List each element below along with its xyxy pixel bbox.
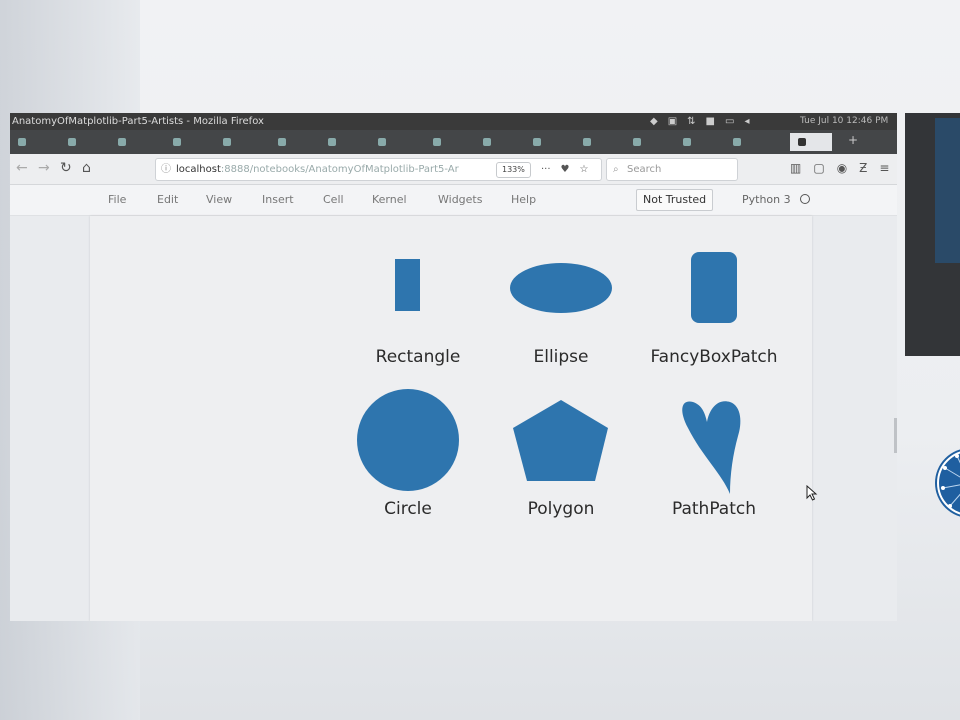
tab-favicon-icon [483, 137, 491, 146]
tab-favicon-icon [533, 137, 541, 146]
kernel-status-icon [800, 194, 810, 204]
tab-favicon-icon [733, 137, 741, 146]
menu-icon[interactable]: ≡ [879, 161, 889, 175]
menu-file[interactable]: File [108, 193, 126, 206]
menu-widgets[interactable]: Widgets [438, 193, 482, 206]
page-actions-icon[interactable]: ··· [541, 159, 551, 180]
url-actions: ··· ♥ ☆ [541, 159, 588, 180]
polygon-patch [513, 400, 608, 481]
background-window-content [935, 118, 960, 263]
shape-label-fancyboxpatch: FancyBoxPatch [650, 347, 778, 367]
mouse-cursor-icon [806, 485, 818, 501]
shape-label-rectangle: Rectangle [375, 347, 461, 367]
browser-tab[interactable] [60, 133, 100, 151]
menu-help[interactable]: Help [511, 193, 536, 206]
search-input[interactable]: ⌕ Search [606, 158, 738, 181]
tab-favicon-icon [223, 137, 231, 146]
rectangle-patch [395, 259, 420, 311]
tab-favicon-icon [683, 137, 691, 146]
browser-tab[interactable] [475, 133, 515, 151]
trust-badge[interactable]: Not Trusted [636, 189, 714, 211]
page-scrollbar[interactable] [894, 418, 897, 453]
address-bar[interactable]: ⓘ localhost:8888/notebooks/AnatomyOfMatp… [155, 158, 602, 181]
zotero-icon[interactable]: Ƶ [859, 161, 867, 175]
jupyter-menubar: File Edit View Insert Cell Kernel Widget… [10, 185, 897, 216]
new-tab-icon[interactable]: + [848, 133, 858, 147]
keyboard-icon[interactable]: ▣ [668, 113, 677, 130]
browser-tab[interactable] [320, 133, 360, 151]
browser-tab[interactable] [625, 133, 665, 151]
fancybox-patch [691, 252, 737, 323]
system-tray: ◆ ▣ ⇅ ■ ▭ ◂ [650, 113, 749, 130]
menu-edit[interactable]: Edit [157, 193, 178, 206]
tab-favicon-icon [68, 137, 76, 146]
library-icon[interactable]: ▥ [790, 161, 801, 175]
browser-tab[interactable] [725, 133, 765, 151]
patches-figure [357, 252, 741, 494]
menu-cell[interactable]: Cell [323, 193, 344, 206]
tab-favicon-icon [378, 137, 386, 146]
tab-favicon-icon [583, 137, 591, 146]
kernel-name: Python 3 [742, 193, 791, 206]
notebook-cell-output: Rectangle Ellipse FancyBoxPatch Circle P… [90, 216, 812, 621]
window-titlebar[interactable]: AnatomyOfMatplotlib-Part5-Artists - Mozi… [10, 113, 897, 130]
shape-label-pathpatch: PathPatch [671, 499, 757, 519]
window-title: AnatomyOfMatplotlib-Part5-Artists - Mozi… [12, 116, 264, 127]
pocket-icon[interactable]: ♥ [561, 159, 570, 180]
tab-favicon-icon [18, 137, 26, 146]
forward-icon[interactable]: → [38, 160, 50, 176]
bookmark-star-icon[interactable]: ☆ [580, 159, 589, 180]
browser-tab[interactable] [110, 133, 150, 151]
url-text: localhost:8888/notebooks/AnatomyOfMatplo… [176, 159, 459, 180]
url-path: :8888/notebooks/AnatomyOfMatplotlib-Part… [220, 164, 459, 175]
navigation-bar: ← → ↻ ⌂ ⓘ localhost:8888/notebooks/Anato… [10, 154, 897, 185]
tab-favicon-icon [118, 137, 126, 146]
dropbox-icon[interactable]: ◆ [650, 113, 658, 130]
tab-strip: + [10, 130, 897, 154]
url-host: localhost [176, 164, 221, 175]
ellipse-patch [510, 263, 612, 313]
tab-favicon-icon [798, 137, 806, 146]
browser-tab[interactable] [525, 133, 565, 151]
circle-patch [357, 389, 459, 491]
zoom-indicator[interactable]: 133% [496, 162, 531, 178]
home-icon[interactable]: ⌂ [82, 160, 91, 176]
tab-favicon-icon [328, 137, 336, 146]
menu-view[interactable]: View [206, 193, 232, 206]
site-info-icon[interactable]: ⓘ [161, 159, 171, 180]
browser-tab[interactable] [575, 133, 615, 151]
tab-favicon-icon [173, 137, 181, 146]
browser-tab[interactable] [10, 133, 50, 151]
extension-icon[interactable]: ◉ [837, 161, 847, 175]
search-icon: ⌕ [613, 164, 619, 175]
reload-icon[interactable]: ↻ [60, 160, 72, 176]
shape-label-circle: Circle [384, 499, 432, 519]
battery-icon[interactable]: ▭ [725, 113, 734, 130]
menu-kernel[interactable]: Kernel [372, 193, 407, 206]
sidebar-icon[interactable]: ▢ [813, 161, 824, 175]
search-placeholder: Search [627, 164, 662, 175]
browser-tab[interactable] [215, 133, 255, 151]
tab-favicon-icon [633, 137, 641, 146]
browser-tab[interactable] [425, 133, 465, 151]
toolbar-right: ▥ ▢ ◉ Ƶ ≡ [790, 161, 889, 175]
path-patch [682, 401, 741, 494]
browser-tab[interactable] [370, 133, 410, 151]
app-indicator-icon[interactable]: ■ [706, 113, 715, 130]
shape-label-ellipse: Ellipse [533, 347, 589, 367]
firefox-window: AnatomyOfMatplotlib-Part5-Artists - Mozi… [10, 113, 897, 621]
volume-icon[interactable]: ◂ [744, 113, 749, 130]
browser-tab-active[interactable] [790, 133, 832, 151]
shape-label-polygon: Polygon [527, 499, 595, 519]
tab-favicon-icon [433, 137, 441, 146]
network-icon[interactable]: ⇅ [687, 113, 695, 130]
tab-favicon-icon [278, 137, 286, 146]
back-icon[interactable]: ← [16, 160, 28, 176]
menu-insert[interactable]: Insert [262, 193, 294, 206]
browser-tab[interactable] [270, 133, 310, 151]
browser-tab[interactable] [675, 133, 715, 151]
clock[interactable]: Tue Jul 10 12:46 PM [800, 113, 888, 130]
browser-tab[interactable] [165, 133, 205, 151]
